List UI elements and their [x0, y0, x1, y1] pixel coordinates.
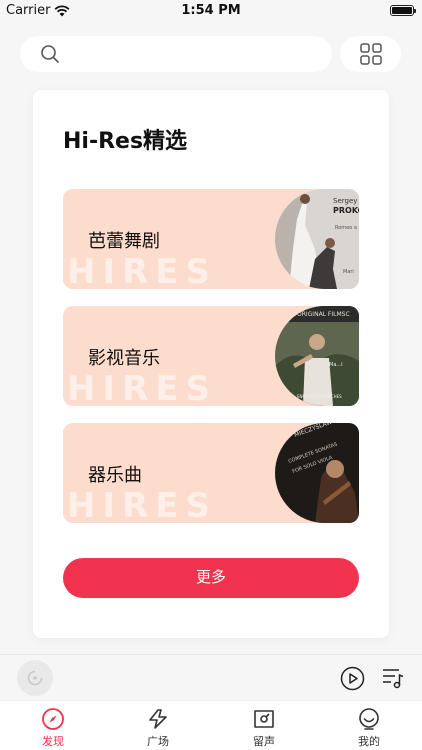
profile-icon [359, 708, 379, 730]
tab-label: 留声 [253, 735, 275, 748]
svg-text:ORIGINAL FILMSC: ORIGINAL FILMSC [297, 311, 350, 318]
svg-text:PROKO: PROKO [333, 206, 359, 215]
playlist-icon[interactable] [381, 666, 405, 690]
search-bar[interactable] [20, 36, 332, 72]
tab-label: 我的 [358, 735, 380, 748]
category-grid-button[interactable] [340, 36, 401, 72]
category-instrumental[interactable]: HIRES 器乐曲 MIECZYSLAW WEINBERG COMPLETE S… [63, 423, 359, 523]
svg-text:Sergey: Sergey [333, 197, 357, 205]
album-cover-instrumental: MIECZYSLAW WEINBERG COMPLETE SONATAS FOR… [275, 423, 359, 523]
category-film-music[interactable]: HIRES 影视音乐 ORIGINAL FILMSC Ma...I ENNY M… [63, 306, 359, 406]
compass-icon [42, 708, 64, 730]
album-cover-film-music: ORIGINAL FILMSC Ma...I ENNY MARCH ORCHES [275, 306, 359, 406]
svg-text:Mari: Mari [343, 269, 354, 275]
category-watermark: HIRES [67, 369, 217, 406]
battery-icon [390, 5, 416, 16]
disc-icon [27, 670, 43, 686]
ticket-icon [254, 710, 274, 728]
current-track-disc[interactable] [17, 660, 53, 696]
svg-text:ENNY MARCH ORCHES: ENNY MARCH ORCHES [297, 394, 342, 399]
clock: 1:54 PM [181, 3, 241, 18]
category-label: 芭蕾舞剧 [88, 231, 160, 252]
tab-bar: 发现 广场 留声 我的 [0, 700, 422, 750]
tab-discover[interactable]: 发现 [11, 701, 95, 750]
search-icon [41, 45, 59, 63]
play-icon[interactable] [340, 666, 365, 691]
hires-selection-card: Hi-Res精选 HIRES 芭蕾舞剧 Sergey PROKO Romeo a… [33, 90, 389, 638]
tab-mine[interactable]: 我的 [327, 701, 411, 750]
category-watermark: HIRES [67, 252, 217, 289]
mini-player [0, 654, 422, 700]
category-watermark: HIRES [67, 486, 217, 523]
more-button[interactable]: 更多 [63, 558, 359, 598]
category-ballet[interactable]: HIRES 芭蕾舞剧 Sergey PROKO Romeo a Mari [63, 189, 359, 289]
album-cover-ballet: Sergey PROKO Romeo a Mari [275, 189, 359, 289]
svg-text:Romeo a: Romeo a [335, 225, 357, 231]
card-title: Hi-Res精选 [63, 129, 188, 154]
tab-gramophone[interactable]: 留声 [222, 701, 306, 750]
plaza-icon [149, 709, 167, 729]
tab-plaza[interactable]: 广场 [116, 701, 200, 750]
grid-icon [360, 43, 382, 65]
status-bar: Carrier 1:54 PM [0, 0, 422, 22]
category-label: 影视音乐 [88, 348, 160, 369]
tab-label: 发现 [42, 735, 64, 748]
tab-label: 广场 [147, 735, 169, 748]
category-label: 器乐曲 [88, 465, 142, 486]
svg-text:Ma...I: Ma...I [329, 362, 343, 368]
